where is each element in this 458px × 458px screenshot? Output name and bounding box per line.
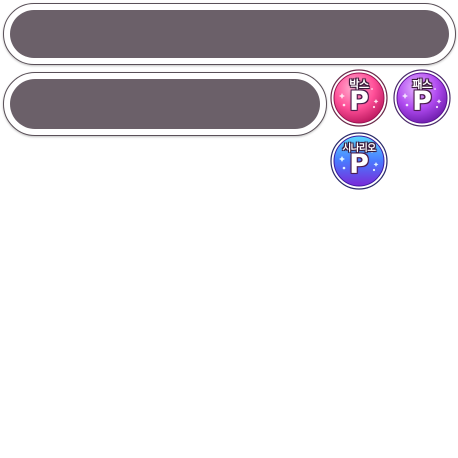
game-ui-stage: 박스 P 패스 P 시나리오 P: [0, 0, 458, 458]
scenario-point-coin-icon: [330, 132, 388, 190]
top-status-bar-fill: [10, 10, 449, 58]
second-status-bar-fill: [10, 79, 320, 129]
pass-point-button[interactable]: 패스 P: [393, 69, 451, 127]
scenario-point-button[interactable]: 시나리오 P: [330, 132, 388, 190]
box-point-button[interactable]: 박스 P: [330, 69, 388, 127]
top-status-bar: [3, 3, 456, 65]
box-point-coin-icon: [330, 69, 388, 127]
second-status-bar: [3, 72, 327, 136]
pass-point-coin-icon: [393, 69, 451, 127]
